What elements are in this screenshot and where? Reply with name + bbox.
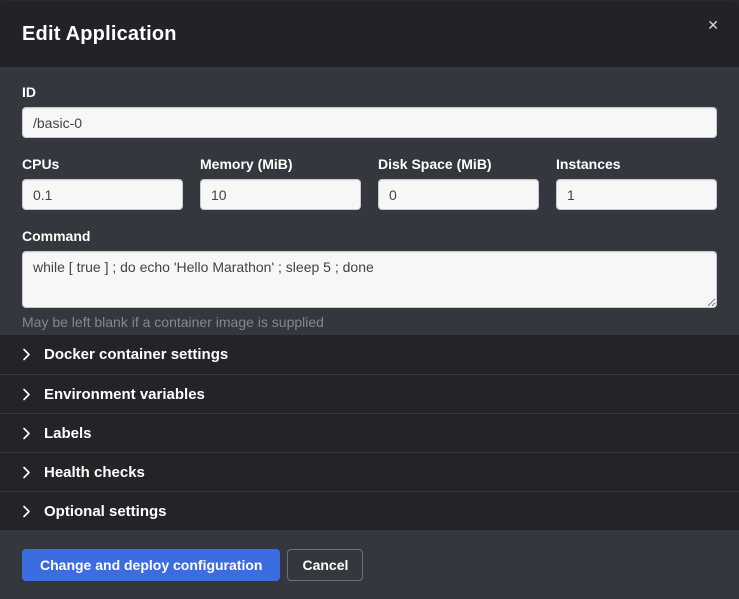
cancel-button[interactable]: Cancel <box>287 549 363 581</box>
command-textarea[interactable]: while [ true ] ; do echo 'Hello Marathon… <box>22 251 717 308</box>
memory-input[interactable] <box>200 179 361 210</box>
section-label: Environment variables <box>44 386 205 403</box>
section-environment-variables[interactable]: Environment variables <box>0 374 739 413</box>
section-optional-settings[interactable]: Optional settings <box>0 491 739 530</box>
memory-label: Memory (MiB) <box>200 156 361 172</box>
chevron-right-icon <box>22 348 31 361</box>
close-icon: ✕ <box>707 17 719 33</box>
instances-input[interactable] <box>556 179 717 210</box>
chevron-right-icon <box>22 505 31 518</box>
modal-header: Edit Application ✕ <box>0 2 739 67</box>
section-labels[interactable]: Labels <box>0 413 739 452</box>
id-field-group: ID <box>22 84 717 138</box>
cpus-label: CPUs <box>22 156 183 172</box>
instances-label: Instances <box>556 156 717 172</box>
collapsible-sections: Docker container settings Environment va… <box>0 335 739 530</box>
cpus-field-group: CPUs <box>22 156 183 210</box>
id-input[interactable] <box>22 107 717 138</box>
section-docker-container-settings[interactable]: Docker container settings <box>0 335 739 374</box>
modal-title: Edit Application <box>22 23 177 46</box>
id-label: ID <box>22 84 717 100</box>
chevron-right-icon <box>22 388 31 401</box>
modal-footer: Change and deploy configuration Cancel <box>0 530 739 599</box>
command-help-text: May be left blank if a container image i… <box>22 314 717 330</box>
section-label: Docker container settings <box>44 346 228 363</box>
section-label: Health checks <box>44 464 145 481</box>
close-button[interactable]: ✕ <box>703 14 723 36</box>
resources-row: CPUs Memory (MiB) Disk Space (MiB) Insta… <box>22 156 717 210</box>
command-label: Command <box>22 228 717 244</box>
command-field-group: Command while [ true ] ; do echo 'Hello … <box>22 228 717 330</box>
application-form: ID CPUs Memory (MiB) Disk Space (MiB) In… <box>0 67 739 335</box>
change-and-deploy-button[interactable]: Change and deploy configuration <box>22 549 280 581</box>
chevron-right-icon <box>22 466 31 479</box>
memory-field-group: Memory (MiB) <box>200 156 361 210</box>
chevron-right-icon <box>22 427 31 440</box>
instances-field-group: Instances <box>556 156 717 210</box>
section-label: Optional settings <box>44 503 167 520</box>
disk-label: Disk Space (MiB) <box>378 156 539 172</box>
disk-input[interactable] <box>378 179 539 210</box>
section-health-checks[interactable]: Health checks <box>0 452 739 491</box>
edit-application-modal: Edit Application ✕ ID CPUs Memory (MiB) … <box>0 0 739 599</box>
cpus-input[interactable] <box>22 179 183 210</box>
section-label: Labels <box>44 425 92 442</box>
disk-field-group: Disk Space (MiB) <box>378 156 539 210</box>
